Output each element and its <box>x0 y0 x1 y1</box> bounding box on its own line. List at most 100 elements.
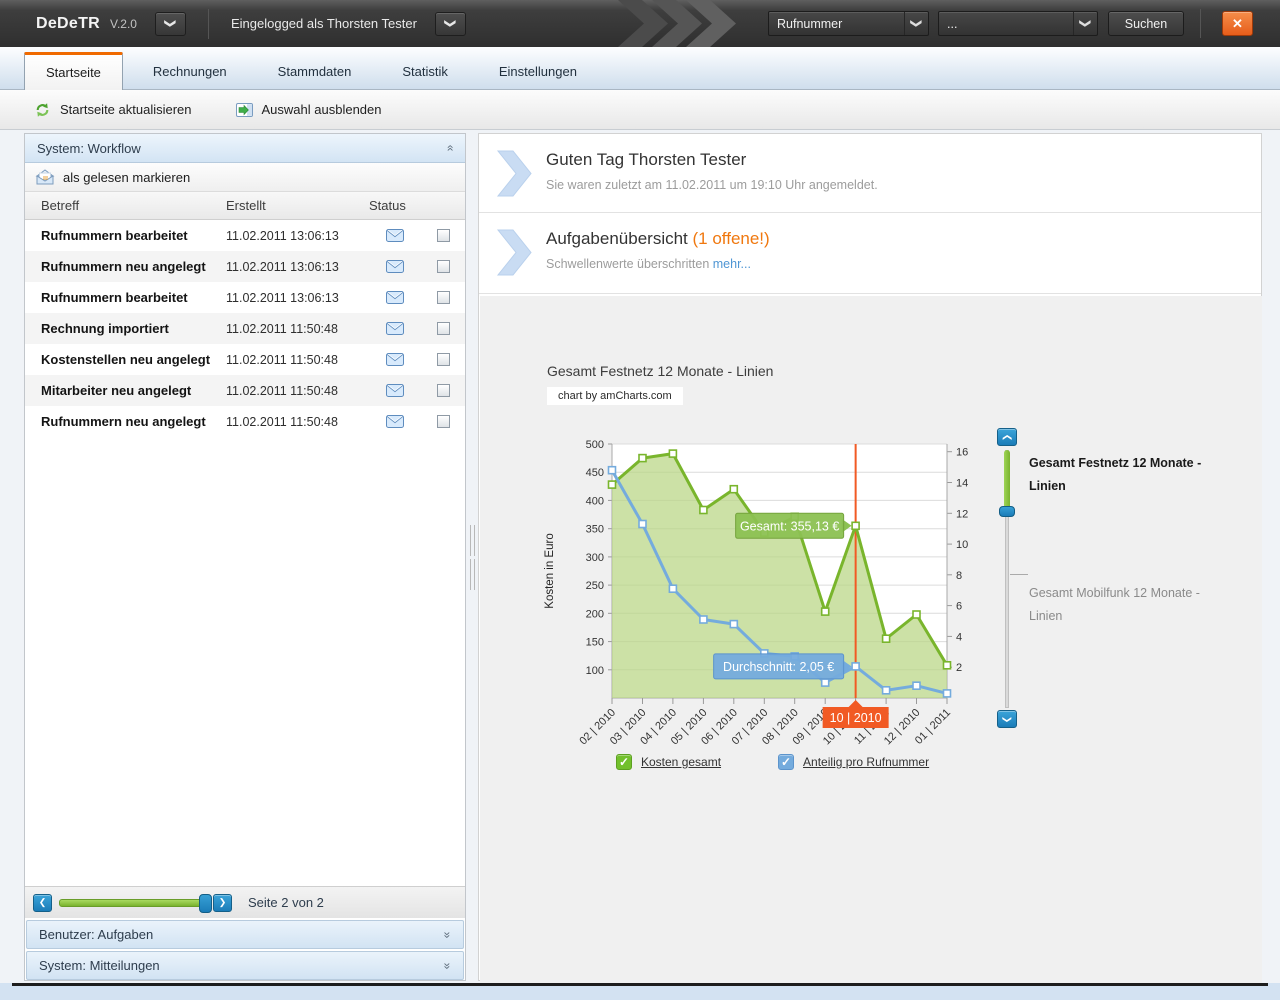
splitter-grip <box>470 559 475 590</box>
tab-einstellungen[interactable]: Einstellungen <box>478 54 598 89</box>
row-created: 11.02.2011 11:50:48 <box>226 415 369 429</box>
hide-panel-icon <box>236 102 253 118</box>
search-button[interactable]: Suchen <box>1108 11 1184 36</box>
selector-active-range <box>1004 450 1010 510</box>
close-button[interactable]: ✕ <box>1222 11 1253 36</box>
row-created: 11.02.2011 11:50:48 <box>226 322 369 336</box>
expand-down-icon: » <box>441 962 455 969</box>
svg-text:450: 450 <box>586 467 604 479</box>
hide-selection-button[interactable]: Auswahl ausblenden <box>236 102 382 118</box>
selector-up-button[interactable]: ❯ <box>997 428 1017 446</box>
svg-text:6: 6 <box>956 601 962 613</box>
tab-startseite[interactable]: Startseite <box>24 52 123 90</box>
table-row[interactable]: Rufnummern bearbeitet11.02.2011 13:06:13 <box>25 220 465 251</box>
row-subject: Rufnummern bearbeitet <box>25 290 226 305</box>
row-checkbox[interactable] <box>437 384 450 397</box>
workflow-panel-header[interactable]: System: Workflow » <box>25 134 465 163</box>
table-row[interactable]: Rufnummern neu angelegt11.02.2011 13:06:… <box>25 251 465 282</box>
row-checkbox[interactable] <box>437 415 450 428</box>
workflow-panel-title: System: Workflow <box>37 141 141 156</box>
row-created: 11.02.2011 13:06:13 <box>226 229 369 243</box>
svg-text:100: 100 <box>586 665 604 677</box>
app-menu-dropdown-button[interactable]: ❯ <box>155 12 186 36</box>
svg-text:400: 400 <box>586 495 604 507</box>
svg-text:4: 4 <box>956 631 962 643</box>
column-betreff: Betreff <box>25 198 226 213</box>
table-row[interactable]: Rufnummern bearbeitet11.02.2011 13:06:13 <box>25 282 465 313</box>
row-checkbox[interactable] <box>437 260 450 273</box>
legend-item-kosten-gesamt[interactable]: ✓Kosten gesamt <box>616 754 721 770</box>
page-next-button[interactable]: ❯ <box>213 894 232 912</box>
mark-as-read-button[interactable]: als gelesen markieren <box>25 163 465 192</box>
open-tasks-badge: (1 offene!) <box>693 229 770 248</box>
workflow-panel: System: Workflow » als gelesen markieren… <box>24 133 466 981</box>
toolbar: Startseite aktualisieren Auswahl ausblen… <box>0 90 1280 130</box>
tab-statistik[interactable]: Statistik <box>381 54 469 89</box>
selector-handle[interactable] <box>999 506 1015 517</box>
page-slider-track[interactable] <box>59 899 209 907</box>
search-category-value: Rufnummer <box>769 17 904 31</box>
tasks-title: Aufgabenübersicht (1 offene!) <box>546 229 770 249</box>
more-link[interactable]: mehr... <box>713 257 751 271</box>
unread-envelope-icon <box>369 353 421 366</box>
page-prev-button[interactable]: ❮ <box>33 894 52 912</box>
table-row[interactable]: Kostenstellen neu angelegt11.02.2011 11:… <box>25 344 465 375</box>
tab-rechnungen[interactable]: Rechnungen <box>132 54 248 89</box>
unread-envelope-icon <box>369 291 421 304</box>
table-row[interactable]: Mitarbeiter neu angelegt11.02.2011 11:50… <box>25 375 465 406</box>
panel-splitter[interactable] <box>466 133 478 981</box>
search-term-select[interactable]: ... ❯ <box>938 11 1098 36</box>
app-version: V.2.0 <box>110 17 137 31</box>
legend-checkbox[interactable]: ✓ <box>616 754 632 770</box>
chart-title: Gesamt Festnetz 12 Monate - Linien <box>547 363 773 379</box>
page-label: Seite 2 von 2 <box>248 895 324 910</box>
row-created: 11.02.2011 13:06:13 <box>226 291 369 305</box>
main-panel: Guten Tag Thorsten Tester Sie waren zule… <box>478 133 1262 981</box>
row-checkbox[interactable] <box>437 322 450 335</box>
collapse-up-icon: » <box>443 145 457 152</box>
unread-envelope-icon <box>369 260 421 273</box>
svg-text:10: 10 <box>956 539 968 551</box>
svg-text:14: 14 <box>956 478 968 490</box>
page-slider-handle[interactable] <box>199 894 212 913</box>
column-erstellt: Erstellt <box>226 198 369 213</box>
collapsed-panel-system-mitteilungen[interactable]: System: Mitteilungen» <box>26 951 464 980</box>
selector-down-button[interactable]: ❯ <box>997 710 1017 728</box>
tab-stammdaten[interactable]: Stammdaten <box>257 54 373 89</box>
header-bar: DeDeTR V.2.0 ❯ Eingelogged als Thorsten … <box>0 0 1280 47</box>
search-category-select[interactable]: Rufnummer ❯ <box>768 11 929 36</box>
collapsed-panel-benutzer-aufgaben[interactable]: Benutzer: Aufgaben» <box>26 920 464 949</box>
chevron-right-icon <box>496 229 532 276</box>
table-row[interactable]: Rechnung importiert11.02.2011 11:50:48 <box>25 313 465 344</box>
amcharts-watermark: chart by amCharts.com <box>547 387 683 405</box>
svg-text:200: 200 <box>586 608 604 620</box>
row-subject: Kostenstellen neu angelegt <box>25 352 226 367</box>
table-row[interactable]: Rufnummern neu angelegt11.02.2011 11:50:… <box>25 406 465 437</box>
user-menu-dropdown-button[interactable]: ❯ <box>435 12 466 36</box>
unread-envelope-icon <box>369 322 421 335</box>
tab-bar: Startseite Rechnungen StammdatenStatistik E… <box>0 47 1280 90</box>
expand-down-icon: » <box>441 931 455 938</box>
app-logo: DeDeTR <box>36 15 100 33</box>
row-checkbox[interactable] <box>437 291 450 304</box>
svg-text:8: 8 <box>956 570 962 582</box>
chevron-down-icon: ❯ <box>444 19 457 28</box>
table-empty-area <box>25 437 465 886</box>
hide-selection-label: Auswahl ausblenden <box>262 102 382 117</box>
row-subject: Rechnung importiert <box>25 321 226 336</box>
svg-text:500: 500 <box>586 439 604 451</box>
legend-item-anteilig-pro-rufnummer[interactable]: ✓Anteilig pro Rufnummer <box>778 754 929 770</box>
selector-item-inactive[interactable]: Gesamt Mobilfunk 12 Monate - Linien <box>1029 582 1204 628</box>
row-checkbox[interactable] <box>437 229 450 242</box>
selector-item-active[interactable]: Gesamt Festnetz 12 Monate - Linien <box>1029 452 1204 498</box>
row-subject: Rufnummern neu angelegt <box>25 414 226 429</box>
svg-text:Kosten in Euro: Kosten in Euro <box>544 533 556 608</box>
unread-envelope-icon <box>369 415 421 428</box>
row-checkbox[interactable] <box>437 353 450 366</box>
svg-text:16: 16 <box>956 447 968 459</box>
chart-plot[interactable]: 1001502002503003504004505002468101214160… <box>540 433 974 755</box>
legend-checkbox[interactable]: ✓ <box>778 754 794 770</box>
row-created: 11.02.2011 13:06:13 <box>226 260 369 274</box>
refresh-startpage-button[interactable]: Startseite aktualisieren <box>34 102 192 118</box>
app-window: DeDeTR V.2.0 ❯ Eingelogged als Thorsten … <box>0 0 1280 1000</box>
